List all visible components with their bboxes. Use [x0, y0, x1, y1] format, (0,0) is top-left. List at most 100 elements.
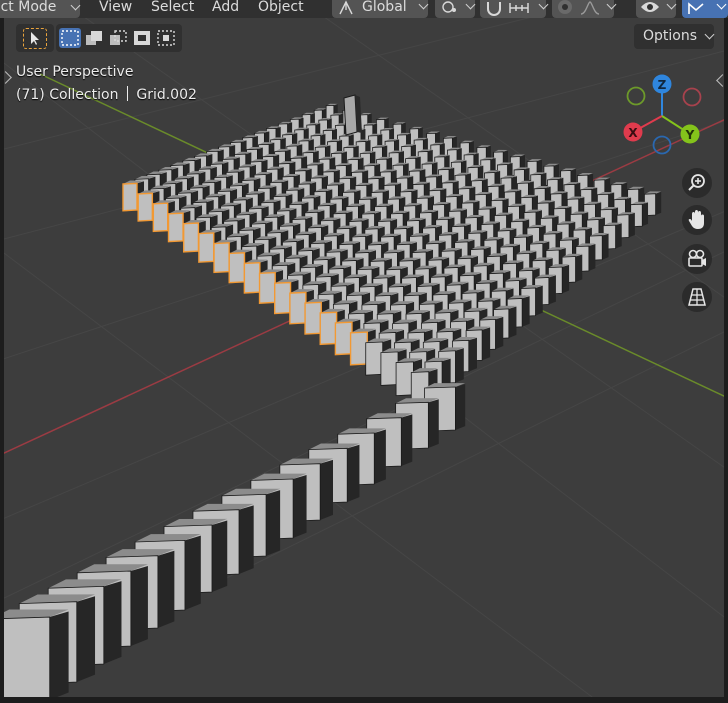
mode-new-selection[interactable]: [59, 28, 81, 48]
eye-icon: [641, 2, 659, 12]
set-new-selection-icon: [61, 30, 79, 46]
selected-domino: [182, 222, 200, 253]
domino-side: [535, 285, 543, 316]
options-label: Options: [643, 28, 698, 44]
domino-side: [615, 223, 622, 249]
orientation-icon: [339, 0, 353, 15]
menu-object[interactable]: Object: [258, 0, 304, 16]
domino-side: [455, 348, 464, 383]
transform-orientation-dropdown[interactable]: Global: [332, 0, 429, 18]
right-border: [724, 18, 728, 703]
mode-intersect-selection[interactable]: [155, 28, 177, 48]
camera-view-button[interactable]: [682, 244, 712, 274]
grid-perspective-icon: [688, 288, 706, 306]
pivot-icon: [442, 1, 456, 13]
domino-side: [239, 505, 254, 574]
selection-mode-box: [56, 24, 182, 52]
visibility-dropdown[interactable]: [636, 0, 677, 18]
select-box-tool[interactable]: [23, 28, 47, 49]
toggle-perspective-button[interactable]: [682, 282, 712, 312]
pan-button[interactable]: [682, 205, 712, 235]
domino-side: [103, 581, 122, 664]
menu-view[interactable]: View: [99, 0, 132, 16]
chevron-down-icon: [704, 29, 715, 40]
active-object-name: Grid.002: [136, 87, 197, 103]
domino-side: [49, 611, 69, 700]
domino-side: [293, 475, 307, 538]
domino-side: [347, 444, 360, 502]
selected-domino: [334, 321, 353, 356]
domino-side: [374, 429, 386, 484]
pivot-point-dropdown[interactable]: [435, 0, 476, 18]
domino-side: [468, 337, 477, 372]
domino-side: [495, 316, 504, 350]
interaction-mode-label: ect Mode: [0, 0, 57, 15]
viewport-header: ect Mode View Select Add Object Global: [0, 0, 728, 18]
collection-info: (71) Collection Grid.002: [16, 86, 197, 103]
chevron-down-icon: [538, 0, 549, 10]
chevron-down-icon: [418, 0, 429, 10]
domino-side: [211, 520, 228, 592]
menu-add[interactable]: Add: [212, 0, 239, 16]
navigation-gizmo[interactable]: Z X Y: [616, 70, 712, 160]
negative-x-handle: [682, 87, 702, 107]
selected-domino: [243, 261, 261, 294]
selected-domino: [213, 242, 230, 274]
y-axis-label: Y: [685, 128, 695, 142]
domino: [395, 361, 414, 397]
proportional-editing-group[interactable]: [552, 0, 617, 18]
snap-increment-icon[interactable]: [508, 1, 530, 15]
mode-subtract-selection[interactable]: [107, 28, 129, 48]
domino-side: [428, 399, 439, 448]
domino-side: [266, 490, 281, 556]
chevron-down-icon: [465, 0, 476, 10]
domino: [365, 341, 384, 376]
options-dropdown[interactable]: Options: [634, 24, 715, 49]
negative-z-handle: [652, 135, 672, 155]
intersect-selection-icon: [157, 30, 175, 46]
tall-domino: [343, 94, 362, 136]
selected-domino: [167, 212, 184, 243]
domino-side: [76, 596, 96, 682]
subtract-selection-icon: [110, 30, 127, 45]
hand-icon: [688, 210, 704, 229]
selected-domino: [228, 252, 246, 284]
chevron-down-icon: [666, 0, 677, 10]
selected-domino: [349, 331, 369, 366]
magnet-icon[interactable]: [484, 0, 504, 16]
x-axis-label: X: [628, 126, 638, 140]
gizmo-toggle[interactable]: [682, 0, 728, 18]
view-perspective-label: User Perspective: [16, 64, 134, 80]
extend-selection-icon: [86, 31, 102, 45]
selected-domino: [137, 192, 154, 222]
selected-domino: [304, 301, 322, 335]
orientation-label: Global: [362, 0, 407, 15]
domino: [0, 616, 51, 703]
domino-side: [588, 244, 596, 271]
domino: [380, 351, 399, 386]
domino-side: [548, 275, 556, 305]
mode-extend-selection[interactable]: [83, 28, 105, 48]
falloff-curve-icon[interactable]: [580, 0, 600, 16]
domino-side: [575, 254, 583, 283]
selected-domino: [152, 202, 169, 233]
mode-invert-selection[interactable]: [131, 28, 153, 48]
menu-select[interactable]: Select: [151, 0, 194, 16]
domino-side: [455, 384, 466, 430]
domino-side: [562, 264, 570, 294]
domino-side: [522, 296, 530, 327]
snapping-group[interactable]: [480, 0, 549, 18]
proportional-editing-icon[interactable]: [556, 0, 574, 16]
interaction-mode-dropdown[interactable]: ect Mode: [0, 0, 81, 18]
chevron-down-icon: [606, 0, 617, 10]
selected-domino: [258, 271, 276, 304]
cursor-icon: [31, 32, 39, 45]
selected-domino: [198, 232, 215, 263]
z-axis-label: Z: [658, 78, 667, 92]
domino-side: [401, 414, 413, 466]
3d-viewport[interactable]: ect Mode View Select Add Object Global: [0, 0, 728, 703]
domino-side: [628, 212, 635, 238]
divider: [126, 86, 128, 101]
domino-side: [602, 233, 609, 260]
zoom-button[interactable]: [682, 168, 712, 198]
